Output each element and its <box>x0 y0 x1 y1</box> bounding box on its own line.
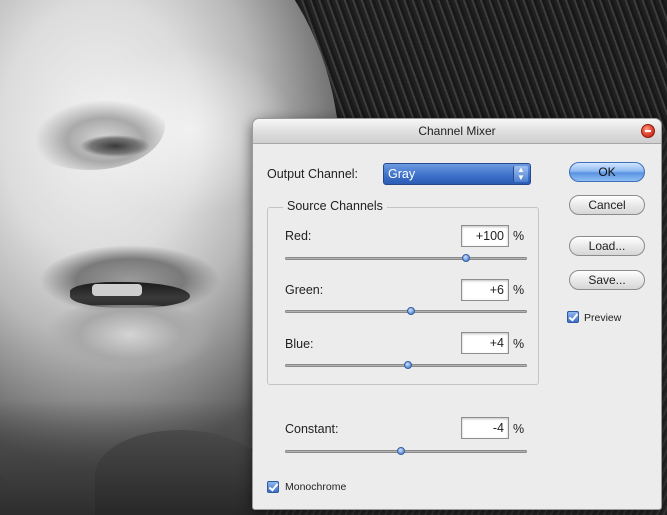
channel-mixer-dialog: Channel Mixer Output Channel: Gray ▲ ▼ So… <box>252 118 662 510</box>
red-label: Red: <box>285 229 312 243</box>
constant-slider-track[interactable] <box>285 447 527 455</box>
green-slider-knob[interactable] <box>406 307 415 315</box>
monochrome-checkbox[interactable] <box>267 481 279 493</box>
constant-label: Constant: <box>285 422 339 436</box>
lower-lip <box>45 305 215 385</box>
output-channel-value: Gray <box>388 167 416 181</box>
red-unit: % <box>513 229 525 243</box>
output-channel-label: Output Channel: <box>267 167 359 181</box>
red-input[interactable]: +100 <box>461 225 509 247</box>
preview-label: Preview <box>584 312 622 324</box>
constant-unit: % <box>513 422 525 436</box>
blue-slider-track[interactable] <box>285 361 527 369</box>
constant-input[interactable]: -4 <box>461 417 509 439</box>
red-slider-track[interactable] <box>285 254 527 262</box>
green-slider-track[interactable] <box>285 307 527 315</box>
load-button[interactable]: Load... <box>569 236 645 256</box>
monochrome-label: Monochrome <box>285 481 347 493</box>
green-label: Green: <box>285 283 324 297</box>
save-button[interactable]: Save... <box>569 270 645 290</box>
dialog-title: Channel Mixer <box>418 124 496 138</box>
blue-label: Blue: <box>285 337 314 351</box>
green-input[interactable]: +6 <box>461 279 509 301</box>
cancel-button[interactable]: Cancel <box>569 195 645 215</box>
nostril <box>80 135 150 157</box>
teeth <box>92 284 142 296</box>
green-unit: % <box>513 283 525 297</box>
output-channel-select[interactable]: Gray ▲ ▼ <box>383 163 531 185</box>
neck <box>95 430 265 515</box>
blue-unit: % <box>513 337 525 351</box>
constant-slider-knob[interactable] <box>397 447 406 455</box>
title-bar[interactable]: Channel Mixer <box>253 119 661 144</box>
ok-button[interactable]: OK <box>569 162 645 182</box>
select-arrows-icon: ▲ ▼ <box>513 166 528 182</box>
red-slider-knob[interactable] <box>462 254 470 262</box>
close-icon[interactable] <box>641 124 655 138</box>
nose <box>15 80 165 170</box>
source-channels-label: Source Channels <box>283 199 387 213</box>
blue-input[interactable]: +4 <box>461 332 509 354</box>
preview-checkbox[interactable] <box>567 311 579 323</box>
